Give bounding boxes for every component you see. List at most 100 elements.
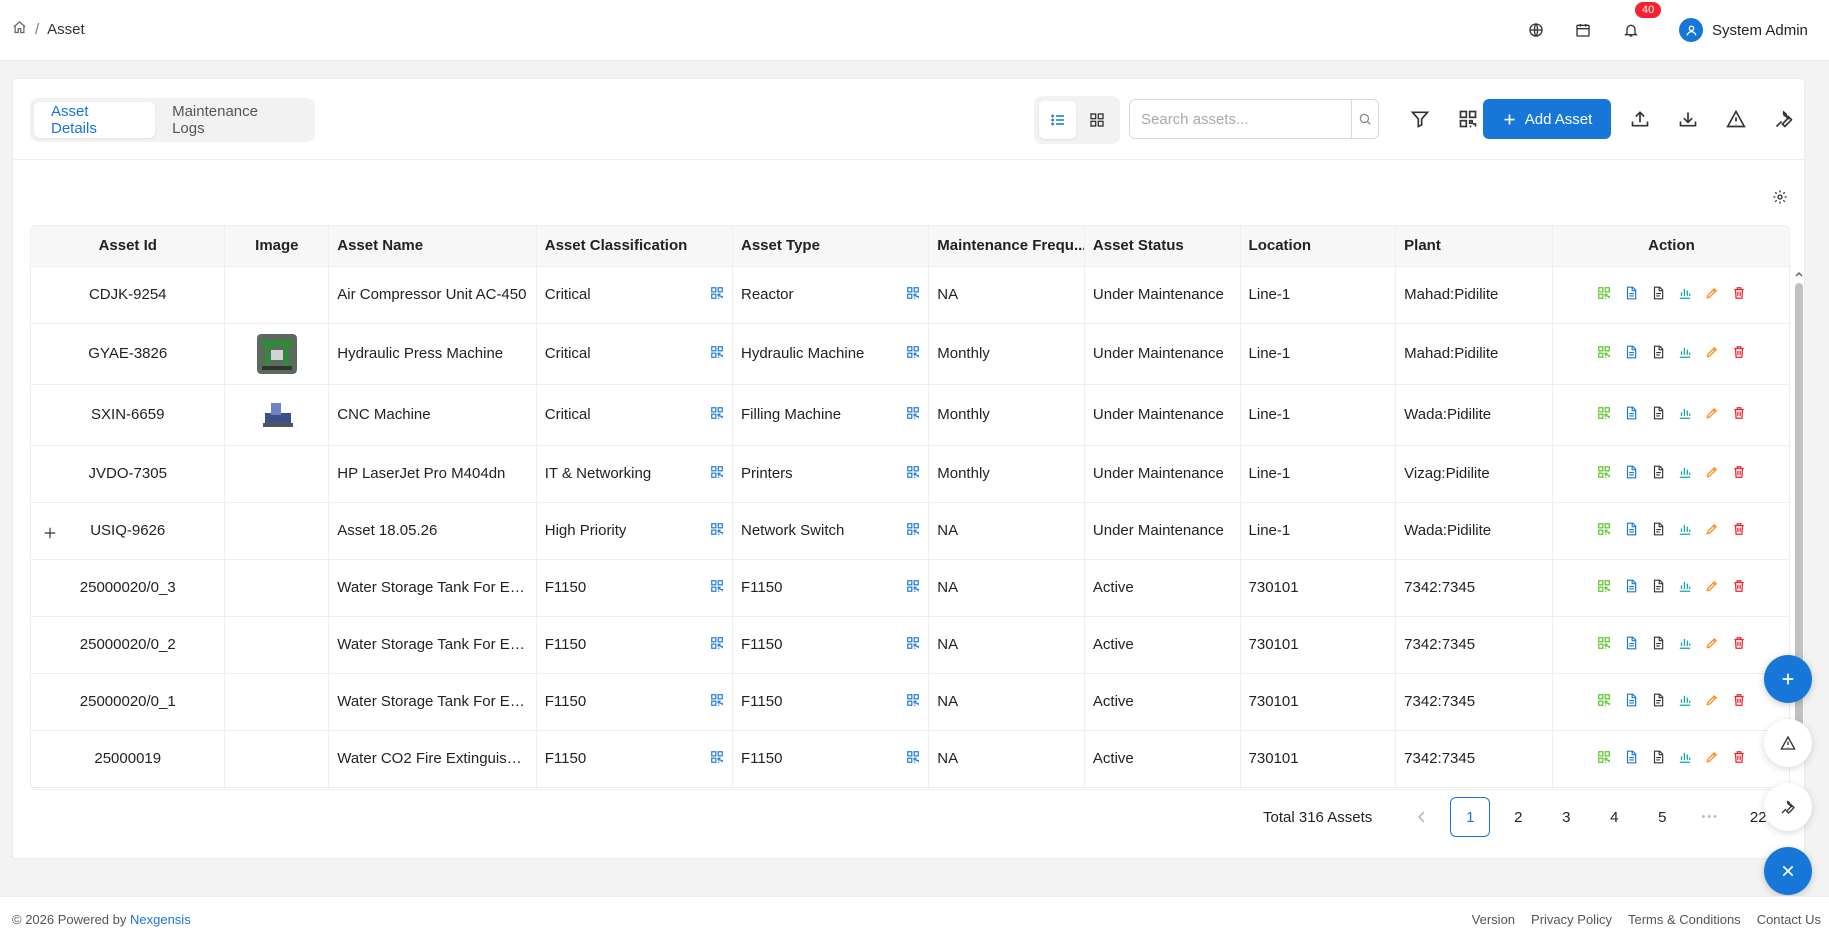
delete-icon[interactable] <box>1732 693 1746 711</box>
wrench-icon[interactable] <box>1767 102 1801 136</box>
table-row[interactable]: CDJK-9254 Air Compressor Unit AC-450 Criti… <box>31 266 1789 324</box>
delete-icon[interactable] <box>1732 750 1746 768</box>
warning-icon[interactable] <box>1719 102 1753 136</box>
user-menu[interactable]: System Admin <box>1679 18 1808 42</box>
document-icon[interactable] <box>1624 750 1638 768</box>
globe-icon[interactable] <box>1526 20 1546 40</box>
filter-icon[interactable] <box>1403 102 1437 136</box>
qr-code-icon[interactable] <box>710 522 724 540</box>
qr-code-icon[interactable] <box>906 406 920 424</box>
add-asset-button[interactable]: Add Asset <box>1483 99 1611 139</box>
download-icon[interactable] <box>1671 102 1705 136</box>
bar-chart-icon[interactable] <box>1678 345 1692 363</box>
table-row[interactable]: JVDO-7305 HP LaserJet Pro M404dn IT & Netw… <box>31 445 1789 503</box>
edit-icon[interactable] <box>1705 750 1719 768</box>
qr-code-icon[interactable] <box>906 345 920 363</box>
page-button[interactable]: 2 <box>1498 797 1538 837</box>
delete-icon[interactable] <box>1732 522 1746 540</box>
bar-chart-icon[interactable] <box>1678 522 1692 540</box>
edit-icon[interactable] <box>1705 406 1719 424</box>
bell-icon[interactable] <box>1621 20 1641 40</box>
delete-icon[interactable] <box>1732 406 1746 424</box>
edit-icon[interactable] <box>1705 465 1719 483</box>
fab-warning-button[interactable] <box>1764 719 1812 767</box>
qr-code-icon[interactable] <box>710 465 724 483</box>
qr-code-icon[interactable] <box>906 465 920 483</box>
tab-maintenance-logs[interactable]: Maintenance Logs <box>155 102 311 138</box>
edit-icon[interactable] <box>1705 579 1719 597</box>
column-header[interactable]: Asset Type <box>732 226 930 267</box>
asset-thumbnail[interactable] <box>256 333 297 374</box>
fab-close-button[interactable] <box>1764 847 1812 895</box>
file-icon[interactable] <box>1651 286 1665 304</box>
footer-link-version[interactable]: Version <box>1472 912 1515 927</box>
qr-code-icon[interactable] <box>906 286 920 304</box>
qr-code-icon[interactable] <box>710 286 724 304</box>
edit-icon[interactable] <box>1705 345 1719 363</box>
calendar-icon[interactable] <box>1573 20 1593 40</box>
column-header[interactable]: Location <box>1240 226 1397 267</box>
tab-asset-details[interactable]: Asset Details <box>34 102 156 138</box>
table-row[interactable]: 25000020/0_1 Water Storage Tank For ETP F1… <box>31 673 1789 731</box>
document-icon[interactable] <box>1624 286 1638 304</box>
file-icon[interactable] <box>1651 636 1665 654</box>
delete-icon[interactable] <box>1732 345 1746 363</box>
asset-thumbnail[interactable] <box>256 394 297 435</box>
page-button[interactable]: 5 <box>1642 797 1682 837</box>
file-icon[interactable] <box>1651 406 1665 424</box>
column-header[interactable]: Image <box>224 226 330 267</box>
column-header[interactable]: Asset Status <box>1084 226 1241 267</box>
edit-icon[interactable] <box>1705 522 1719 540</box>
qr-code-icon[interactable] <box>906 693 920 711</box>
file-icon[interactable] <box>1651 465 1665 483</box>
qr-code-icon[interactable] <box>906 522 920 540</box>
column-header[interactable]: Action <box>1552 226 1789 267</box>
qr-code-icon[interactable] <box>906 636 920 654</box>
qr-code-icon[interactable] <box>1597 750 1611 768</box>
edit-icon[interactable] <box>1705 286 1719 304</box>
qr-code-icon[interactable] <box>710 579 724 597</box>
footer-link-terms[interactable]: Terms & Conditions <box>1628 912 1741 927</box>
qr-code-icon[interactable] <box>1597 693 1611 711</box>
table-row[interactable]: 25000019 Water CO2 Fire Extinguishe... F11… <box>31 730 1789 788</box>
bar-chart-icon[interactable] <box>1678 636 1692 654</box>
table-row[interactable]: USIQ-9626 Asset 18.05.26 High Priority Netw… <box>31 502 1789 560</box>
table-scrollbar[interactable] <box>1793 269 1805 789</box>
column-header[interactable]: Asset Name <box>328 226 537 267</box>
search-button[interactable] <box>1351 100 1378 138</box>
document-icon[interactable] <box>1624 522 1638 540</box>
qr-code-icon[interactable] <box>1597 579 1611 597</box>
upload-icon[interactable] <box>1623 102 1657 136</box>
qr-code-icon[interactable] <box>710 636 724 654</box>
qr-code-icon[interactable] <box>1597 286 1611 304</box>
qr-code-icon[interactable] <box>1597 345 1611 363</box>
bar-chart-icon[interactable] <box>1678 750 1692 768</box>
edit-icon[interactable] <box>1705 693 1719 711</box>
qr-code-icon[interactable] <box>710 693 724 711</box>
qr-code-icon[interactable] <box>710 345 724 363</box>
document-icon[interactable] <box>1624 636 1638 654</box>
bar-chart-icon[interactable] <box>1678 465 1692 483</box>
prev-page-button[interactable] <box>1402 797 1442 837</box>
table-row[interactable]: SXIN-6659 CNC Machine Critical Filling Mach… <box>31 384 1789 446</box>
delete-icon[interactable] <box>1732 465 1746 483</box>
table-row[interactable]: 25000020/0_3 Water Storage Tank For ETP F1… <box>31 559 1789 617</box>
page-button[interactable]: 1 <box>1450 797 1491 837</box>
delete-icon[interactable] <box>1732 636 1746 654</box>
delete-icon[interactable] <box>1732 579 1746 597</box>
delete-icon[interactable] <box>1732 286 1746 304</box>
document-icon[interactable] <box>1624 406 1638 424</box>
column-header[interactable]: Asset Id <box>31 226 226 267</box>
edit-icon[interactable] <box>1705 636 1719 654</box>
table-row[interactable]: GYAE-3826 Hydraulic Press Machine Critical… <box>31 323 1789 385</box>
expand-row-icon[interactable] <box>43 526 57 544</box>
document-icon[interactable] <box>1624 693 1638 711</box>
qr-code-icon[interactable] <box>1597 406 1611 424</box>
qr-code-icon[interactable] <box>1597 636 1611 654</box>
document-icon[interactable] <box>1624 579 1638 597</box>
fab-add-button[interactable] <box>1764 655 1812 703</box>
grid-view-button[interactable] <box>1078 101 1115 139</box>
fab-wrench-button[interactable] <box>1764 783 1812 831</box>
bar-chart-icon[interactable] <box>1678 693 1692 711</box>
qr-code-icon[interactable] <box>710 750 724 768</box>
